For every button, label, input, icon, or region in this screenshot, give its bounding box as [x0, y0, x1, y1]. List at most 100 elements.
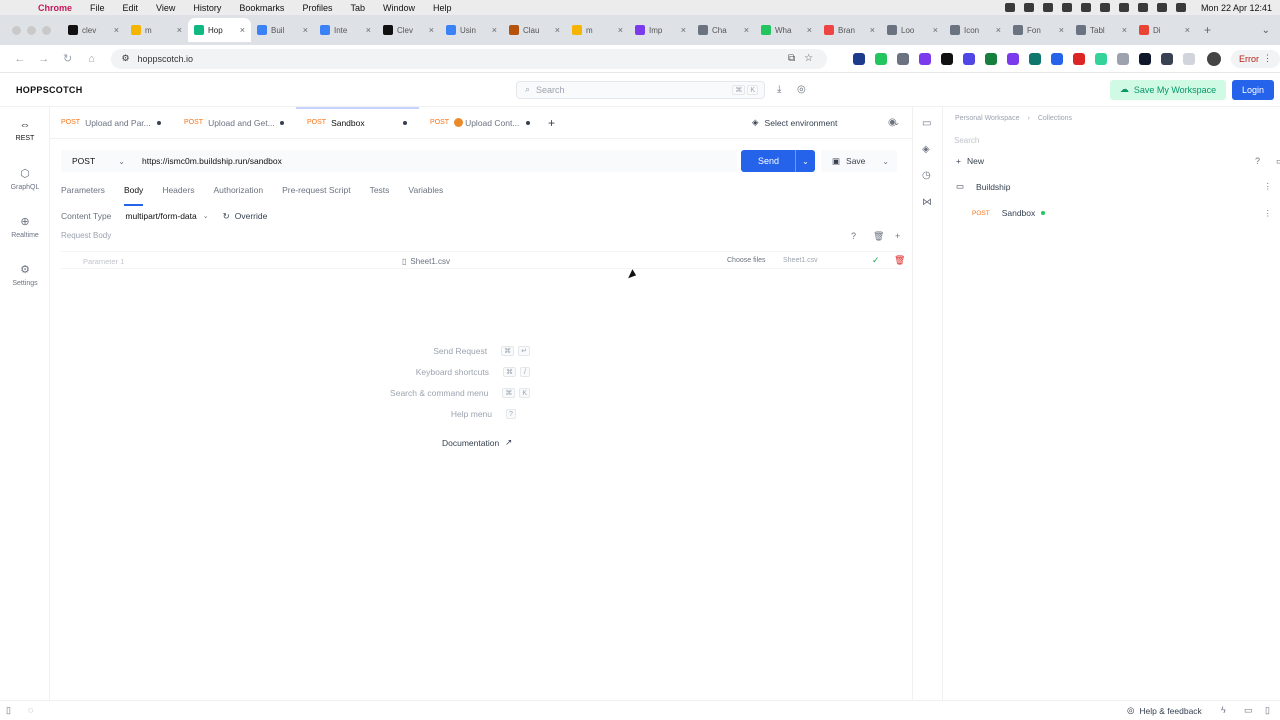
request-tab-active[interactable]: POST Sandbox	[296, 106, 419, 139]
close-tab-icon[interactable]: ×	[555, 25, 560, 35]
browser-tab[interactable]: Icon ×	[944, 18, 1007, 42]
close-tab-icon[interactable]: ×	[1122, 25, 1127, 35]
save-button[interactable]: ▣ Save ⌄	[821, 150, 897, 172]
file-chip[interactable]: ▯ Sheet1.csv	[402, 255, 450, 267]
forward-icon[interactable]: →	[32, 53, 56, 65]
folder-icon[interactable]: ▭	[922, 118, 931, 129]
browser-tab[interactable]: Clev ×	[377, 18, 440, 42]
extension-icon[interactable]	[1117, 52, 1130, 65]
override-button[interactable]: ↻ Override	[223, 211, 268, 222]
request-tab[interactable]: POST Upload and Par...	[50, 107, 173, 139]
close-tab-icon[interactable]: ×	[618, 25, 623, 35]
extension-icon[interactable]	[963, 52, 976, 65]
menu-tab[interactable]: Tab	[350, 3, 365, 13]
history-icon[interactable]: ◷	[922, 170, 931, 181]
login-button[interactable]: Login	[1232, 79, 1274, 100]
profile-avatar[interactable]	[1207, 51, 1222, 66]
error-button[interactable]: Error ⋮	[1231, 49, 1280, 68]
menu-file[interactable]: File	[90, 3, 105, 13]
close-tab-icon[interactable]: ×	[429, 25, 434, 35]
extension-icon[interactable]	[1029, 52, 1042, 65]
menu-bookmarks[interactable]: Bookmarks	[239, 3, 284, 13]
browser-tab[interactable]: Di ×	[1133, 18, 1196, 42]
zoom-window-button[interactable]	[42, 26, 51, 35]
browser-tab[interactable]: m ×	[125, 18, 188, 42]
close-tab-icon[interactable]: ×	[492, 25, 497, 35]
tab-authorization[interactable]: Authorization	[213, 185, 263, 203]
more-vertical-icon[interactable]: ⋮	[1264, 208, 1273, 219]
download-icon[interactable]: ⤓	[777, 84, 781, 95]
browser-tab[interactable]: Fon ×	[1007, 18, 1070, 42]
extension-icon[interactable]	[1161, 52, 1174, 65]
close-window-button[interactable]	[12, 26, 21, 35]
add-request-tab-button[interactable]: +	[548, 116, 555, 130]
support-icon[interactable]: ◎	[797, 84, 806, 95]
rail-graphql[interactable]: ⬡ GraphQL	[0, 167, 50, 191]
close-tab-icon[interactable]: ×	[303, 25, 308, 35]
close-tab-icon[interactable]: ×	[996, 25, 1001, 35]
close-tab-icon[interactable]: ×	[114, 25, 119, 35]
close-tab-icon[interactable]: ×	[870, 25, 875, 35]
battery-icon[interactable]	[1118, 3, 1129, 12]
sidebar-toggle-icon[interactable]: ▯	[6, 705, 11, 716]
request-tab[interactable]: POST Upload Cont...	[419, 107, 542, 139]
more-vertical-icon[interactable]: ⋮	[1264, 181, 1273, 192]
rail-rest[interactable]: ⇔ REST	[0, 119, 50, 142]
layers-icon[interactable]: ◈	[922, 144, 930, 155]
browser-tab[interactable]: m ×	[566, 18, 629, 42]
close-tab-icon[interactable]: ×	[240, 25, 245, 35]
tab-search-icon[interactable]: ⌄	[1262, 25, 1270, 36]
import-folder-icon[interactable]: ▭	[1276, 156, 1280, 167]
site-info-icon[interactable]: ⚙	[121, 53, 129, 64]
send-button[interactable]: Send ⌄	[741, 150, 815, 172]
browser-tab[interactable]: Bran ×	[818, 18, 881, 42]
content-type-select[interactable]: multipart/form-data	[125, 211, 196, 221]
delete-icon[interactable]: 🗑	[894, 255, 905, 266]
url-text[interactable]: hoppscotch.io	[138, 54, 194, 64]
home-icon[interactable]: ⌂	[80, 53, 104, 65]
url-input[interactable]: https://ismc0m.buildship.run/sandbox	[133, 150, 737, 172]
app-logo[interactable]: HOPPSCOTCH	[16, 85, 83, 95]
status-icon[interactable]	[1042, 3, 1053, 12]
chevron-down-icon[interactable]: ⌄	[203, 212, 209, 220]
status-icon[interactable]	[1023, 3, 1034, 12]
extensions-puzzle-icon[interactable]	[1183, 52, 1196, 65]
browser-tab[interactable]: Imp ×	[629, 18, 692, 42]
documentation-link[interactable]: Documentation ↗	[442, 437, 512, 448]
help-feedback-button[interactable]: ◎ Help & feedback	[1127, 705, 1202, 716]
tab-body[interactable]: Body	[123, 185, 144, 206]
eye-icon[interactable]: ◉	[888, 117, 897, 128]
send-options-chevron-icon[interactable]: ⌄	[795, 150, 815, 172]
collection-request-item[interactable]: POST Sandbox ⋮	[972, 208, 1280, 219]
plus-icon[interactable]: +	[956, 156, 961, 166]
close-tab-icon[interactable]: ×	[366, 25, 371, 35]
method-select[interactable]: POST ⌄	[61, 150, 133, 172]
search-input[interactable]: ⌕ Search ⌘ K	[516, 80, 765, 99]
control-center-icon[interactable]	[1175, 3, 1186, 12]
extension-icon[interactable]	[853, 52, 866, 65]
tab-tests[interactable]: Tests	[370, 185, 390, 203]
rail-settings[interactable]: ⚙ Settings	[0, 263, 50, 287]
menu-edit[interactable]: Edit	[123, 3, 139, 13]
omnibox[interactable]: ⚙ hoppscotch.io ⧉ ☆	[111, 48, 828, 69]
help-circle-icon[interactable]: ?	[851, 231, 856, 241]
install-app-icon[interactable]: ⧉	[788, 53, 795, 64]
choose-files-button[interactable]: Choose files	[727, 257, 766, 264]
check-circle-icon[interactable]: ✓	[872, 255, 880, 266]
extension-icon[interactable]	[1073, 52, 1086, 65]
menu-app-name[interactable]: Chrome	[38, 3, 72, 13]
browser-tab[interactable]: Loo ×	[881, 18, 944, 42]
extension-icon[interactable]	[1095, 52, 1108, 65]
extension-icon[interactable]	[875, 52, 888, 65]
new-tab-button[interactable]: +	[1204, 23, 1211, 37]
trash-icon[interactable]: 🗑	[873, 231, 884, 242]
unsaved-dot[interactable]	[280, 120, 284, 125]
extension-icon[interactable]	[941, 52, 954, 65]
minimize-window-button[interactable]	[27, 26, 36, 35]
breadcrumb-workspace[interactable]: Personal Workspace	[955, 115, 1019, 122]
unsaved-dot[interactable]	[526, 120, 530, 125]
back-icon[interactable]: ←	[8, 53, 32, 65]
plus-icon[interactable]: +	[895, 231, 900, 241]
reload-icon[interactable]: ↻	[56, 52, 80, 65]
menubar-clock[interactable]: Mon 22 Apr 12:41	[1201, 3, 1272, 13]
